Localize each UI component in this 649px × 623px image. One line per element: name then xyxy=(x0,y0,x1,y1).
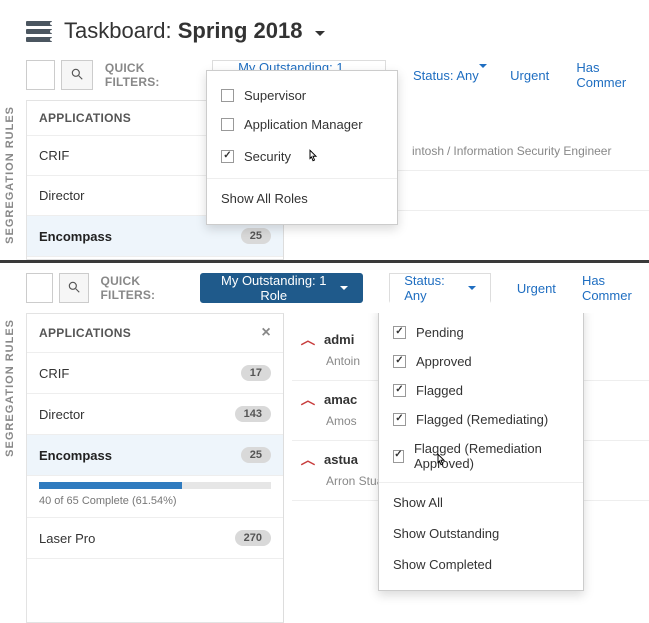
status-option-approved[interactable]: Approved xyxy=(393,347,569,376)
roles-dropdown: Supervisor Application Manager Security … xyxy=(206,70,398,225)
has-comments-filter-link[interactable]: Has Commer xyxy=(582,273,649,303)
filter-blank-button[interactable] xyxy=(26,273,53,303)
person-name: amac xyxy=(324,392,357,407)
progress-text: 40 of 65 Complete (61.54%) xyxy=(39,495,271,507)
status-label: Pending xyxy=(416,325,464,340)
role-option-supervisor[interactable]: Supervisor xyxy=(221,81,383,110)
checkbox-icon[interactable] xyxy=(221,118,234,131)
content-bottom: SEGREGATION RULES APPLICATIONS × CRIF 17… xyxy=(0,313,649,623)
app-item-crif[interactable]: CRIF 17 xyxy=(27,353,283,394)
status-option-flagged-rem-approved[interactable]: Flagged (Remediation Approved) xyxy=(393,434,569,478)
close-icon[interactable]: × xyxy=(261,324,271,342)
outstanding-filter-active[interactable]: My Outstanding: 1 Role xyxy=(200,273,363,303)
search-button[interactable] xyxy=(59,273,89,303)
role-label: Application Manager xyxy=(244,117,363,132)
checkbox-checked-icon[interactable] xyxy=(393,355,406,368)
cursor-pointer-icon xyxy=(305,148,321,169)
has-comments-filter-link[interactable]: Has Commer xyxy=(576,60,649,90)
app-name: CRIF xyxy=(39,148,69,163)
app-item-director[interactable]: Director 143 xyxy=(27,394,283,435)
page-header: Taskboard: Spring 2018 xyxy=(0,0,649,56)
person-name: admi xyxy=(324,332,354,347)
app-item-encompass[interactable]: Encompass 25 xyxy=(27,435,283,476)
search-icon xyxy=(67,280,81,297)
caret-down-icon xyxy=(468,286,476,294)
app-name: CRIF xyxy=(39,366,69,381)
checkbox-checked-icon[interactable] xyxy=(221,150,234,163)
app-name: Encompass xyxy=(39,229,112,244)
cursor-pointer-icon xyxy=(433,452,449,473)
urgent-filter-link[interactable]: Urgent xyxy=(517,281,556,296)
side-rail-label: SEGREGATION RULES xyxy=(4,319,16,457)
status-show-all[interactable]: Show All xyxy=(393,487,569,518)
role-label: Supervisor xyxy=(244,88,306,103)
quick-filters-label: QUICK FILTERS: xyxy=(101,274,187,302)
taskboard-icon xyxy=(26,21,52,42)
show-all-roles-link[interactable]: Show All Roles xyxy=(221,183,383,214)
status-show-completed[interactable]: Show Completed xyxy=(393,549,569,580)
app-item-laser-pro[interactable]: Laser Pro 270 xyxy=(27,518,283,559)
main-bottom: ︿ admi Antoin ︿ amac Amos ︿ astua Arron … xyxy=(284,313,649,623)
status-filter-link[interactable]: Status: Any xyxy=(413,68,483,83)
app-badge: 25 xyxy=(241,447,271,463)
applications-title: APPLICATIONS xyxy=(39,111,131,125)
app-name: Director xyxy=(39,407,85,422)
app-name: Laser Pro xyxy=(39,531,95,546)
caret-down-icon xyxy=(479,64,487,87)
app-name: Encompass xyxy=(39,448,112,463)
app-badge: 17 xyxy=(241,365,271,381)
role-option-security[interactable]: Security xyxy=(221,139,383,174)
progress-bar xyxy=(39,482,271,489)
title-period: Spring 2018 xyxy=(178,18,303,43)
app-badge: 143 xyxy=(235,406,271,422)
applications-head: APPLICATIONS × xyxy=(27,314,283,353)
applications-title: APPLICATIONS xyxy=(39,326,131,340)
status-filter-open[interactable]: Status: Any xyxy=(389,273,491,303)
outstanding-filter-label: My Outstanding: 1 Role xyxy=(215,273,332,303)
person-name: astua xyxy=(324,452,358,467)
page-title[interactable]: Taskboard: Spring 2018 xyxy=(64,18,325,44)
app-name: Director xyxy=(39,188,85,203)
chevron-up-icon[interactable]: ︿ xyxy=(301,331,315,348)
status-label: Approved xyxy=(416,354,472,369)
status-dropdown: Pending Approved Flagged Flagged (Remedi… xyxy=(378,313,584,591)
urgent-filter-link[interactable]: Urgent xyxy=(510,68,549,83)
filter-row-bottom: QUICK FILTERS: My Outstanding: 1 Role St… xyxy=(0,263,649,313)
checkbox-checked-icon[interactable] xyxy=(393,413,406,426)
search-button[interactable] xyxy=(61,60,93,90)
quick-filters-label: QUICK FILTERS: xyxy=(105,61,198,89)
status-label: Flagged xyxy=(416,383,463,398)
side-rail-label: SEGREGATION RULES xyxy=(4,106,16,244)
checkbox-checked-icon[interactable] xyxy=(393,384,406,397)
filter-blank-button[interactable] xyxy=(26,60,55,90)
role-label: Security xyxy=(244,149,291,164)
checkbox-icon[interactable] xyxy=(221,89,234,102)
role-option-app-manager[interactable]: Application Manager xyxy=(221,110,383,139)
checkbox-checked-icon[interactable] xyxy=(393,326,406,339)
status-option-pending[interactable]: Pending xyxy=(393,318,569,347)
progress-fill xyxy=(39,482,182,489)
status-option-flagged-remediating[interactable]: Flagged (Remediating) xyxy=(393,405,569,434)
status-show-outstanding[interactable]: Show Outstanding xyxy=(393,518,569,549)
status-option-flagged[interactable]: Flagged xyxy=(393,376,569,405)
search-icon xyxy=(70,67,84,84)
checkbox-checked-icon[interactable] xyxy=(393,450,404,463)
app-badge: 270 xyxy=(235,530,271,546)
caret-down-icon xyxy=(340,286,348,294)
progress-block: 40 of 65 Complete (61.54%) xyxy=(27,476,283,518)
chevron-up-icon[interactable]: ︿ xyxy=(301,451,315,468)
caret-down-icon xyxy=(315,31,325,41)
person-subline: intosh/Information Security Engineer xyxy=(412,144,643,158)
app-badge: 25 xyxy=(241,228,271,244)
chevron-up-icon[interactable]: ︿ xyxy=(301,391,315,408)
status-label: Flagged (Remediating) xyxy=(416,412,548,427)
applications-panel: APPLICATIONS × CRIF 17 Director 143 Enco… xyxy=(26,313,284,623)
title-prefix: Taskboard: xyxy=(64,18,178,43)
